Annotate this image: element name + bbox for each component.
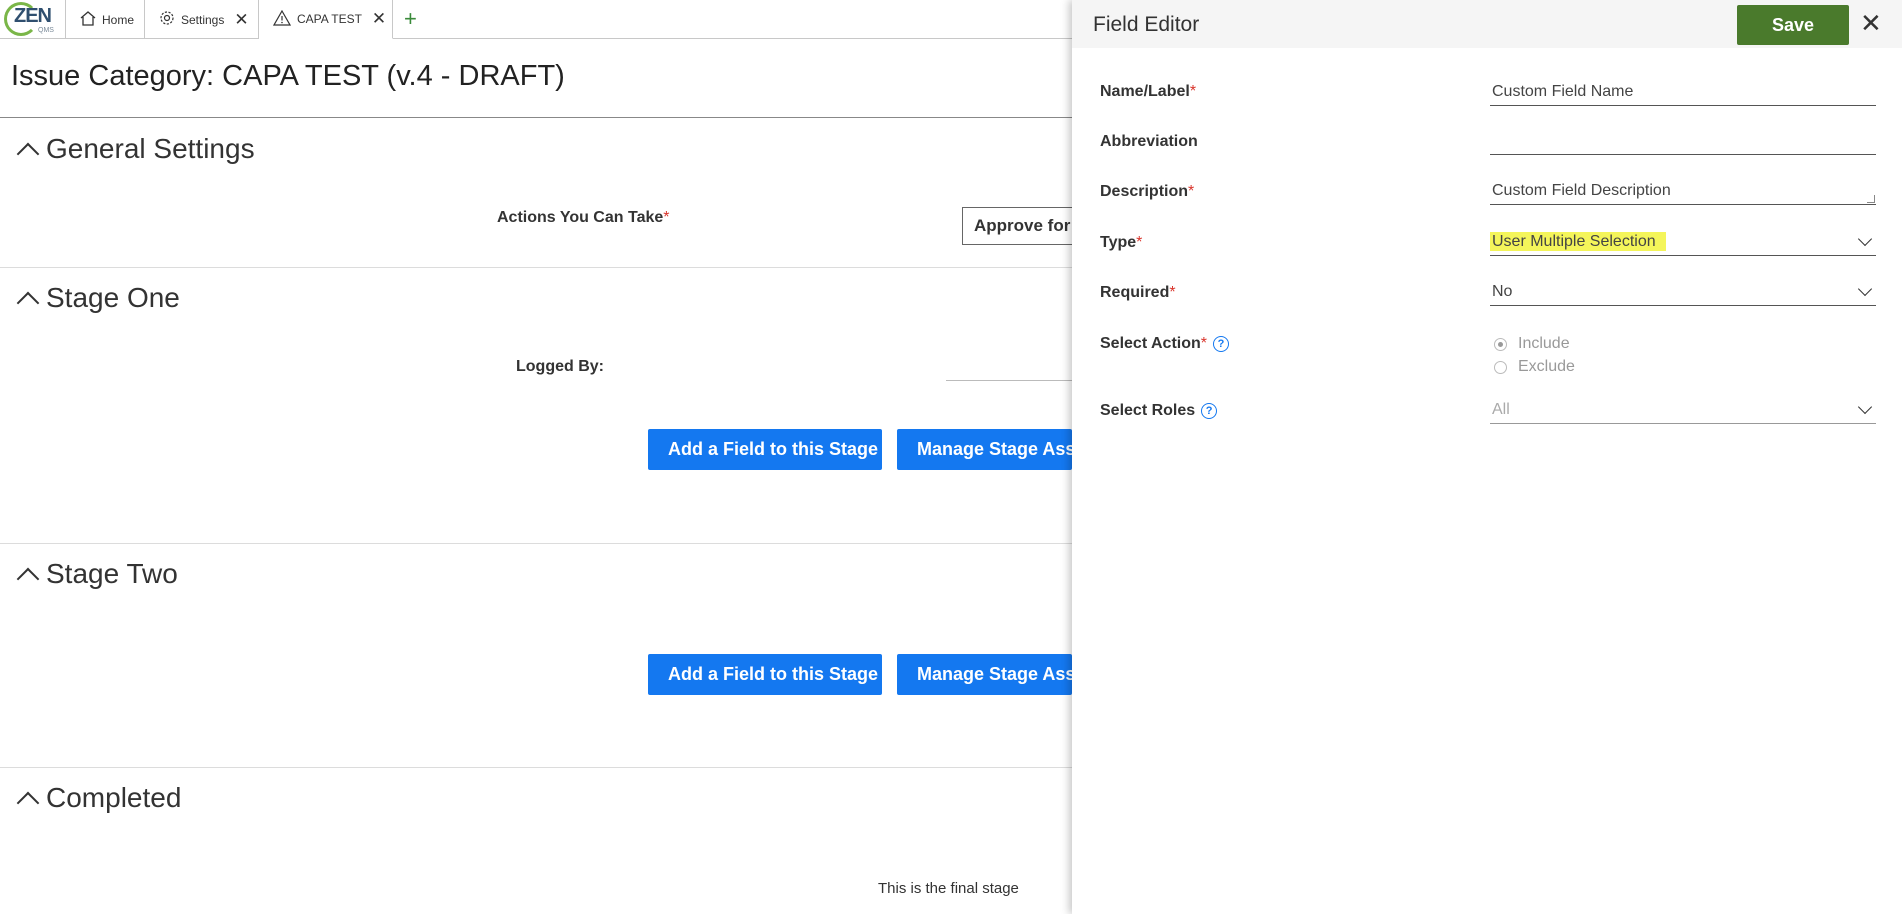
help-icon[interactable]: ? <box>1201 403 1218 419</box>
tab-capa-test[interactable]: CAPA TEST ✕ <box>259 0 393 39</box>
actions-label: Actions You Can Take* <box>497 209 670 227</box>
required-value: No <box>1492 283 1513 300</box>
logged-by-field[interactable] <box>946 380 1086 381</box>
actions-label-text: Actions You Can Take <box>497 209 664 226</box>
section-general-settings[interactable]: General Settings <box>14 133 255 166</box>
radio-exclude-label: Exclude <box>1518 358 1575 375</box>
name-label: Name/Label * <box>1100 83 1196 101</box>
logo-subtext: QMS <box>38 27 54 34</box>
tab-capa-label: CAPA TEST <box>297 12 362 26</box>
section-heading: Completed <box>46 782 182 813</box>
radio-include[interactable]: Include <box>1494 335 1570 353</box>
abbreviation-value <box>1490 132 1492 149</box>
tab-home-label: Home <box>102 12 135 27</box>
close-icon[interactable]: ✕ <box>234 10 248 30</box>
section-heading: Stage One <box>46 282 180 313</box>
description-textarea[interactable]: Custom Field Description <box>1490 179 1876 205</box>
chevron-up-icon <box>16 142 40 166</box>
resize-handle-icon[interactable] <box>1867 195 1875 203</box>
chevron-down-icon <box>1857 399 1873 415</box>
name-input[interactable]: Custom Field Name <box>1490 80 1876 106</box>
warning-icon <box>272 9 292 29</box>
required-label-text: Required <box>1100 284 1170 301</box>
add-field-button[interactable]: Add a Field to this Stage <box>648 654 882 695</box>
save-button[interactable]: Save <box>1737 5 1849 45</box>
section-heading: Stage Two <box>46 558 178 589</box>
select-roles-select[interactable]: All <box>1490 398 1876 424</box>
add-field-button[interactable]: Add a Field to this Stage <box>648 429 882 470</box>
radio-include-label: Include <box>1518 335 1570 352</box>
section-stage-one[interactable]: Stage One <box>14 282 180 315</box>
zen-logo[interactable]: ZEN QMS <box>0 0 66 39</box>
type-label-text: Type <box>1100 234 1137 251</box>
panel-title: Field Editor <box>1093 13 1200 36</box>
panel-header: Field Editor Save ✕ <box>1072 0 1902 48</box>
tab-settings[interactable]: Settings ✕ <box>145 0 259 39</box>
name-label-text: Name/Label <box>1100 83 1190 100</box>
manage-stage-assignment-button[interactable]: Manage Stage Assig <box>897 654 1072 695</box>
select-roles-label-text: Select Roles <box>1100 402 1196 419</box>
logo-text: ZEN <box>14 5 52 27</box>
abbreviation-input[interactable] <box>1490 129 1876 155</box>
required-marker: * <box>1189 83 1197 100</box>
section-completed[interactable]: Completed <box>14 782 182 815</box>
close-icon[interactable]: ✕ <box>1860 8 1882 39</box>
description-label: Description * <box>1100 183 1194 201</box>
required-marker: * <box>1169 284 1176 301</box>
close-icon[interactable]: ✕ <box>372 9 386 29</box>
description-label-text: Description <box>1100 183 1189 200</box>
field-editor-panel: Field Editor Save ✕ Name/Label * Custom F… <box>1072 0 1902 914</box>
description-value: Custom Field Description <box>1492 182 1671 199</box>
select-action-label-text: Select Action <box>1100 335 1201 352</box>
title-divider <box>0 117 1080 118</box>
help-icon[interactable]: ? <box>1213 336 1229 352</box>
logged-by-label: Logged By: <box>516 358 604 375</box>
select-roles-value: All <box>1492 401 1510 418</box>
radio-exclude[interactable]: Exclude <box>1494 358 1575 376</box>
required-marker: * <box>1200 335 1207 352</box>
manage-stage-assignment-button[interactable]: Manage Stage Assig <box>897 429 1072 470</box>
section-divider <box>0 543 1080 544</box>
section-stage-two[interactable]: Stage Two <box>14 558 178 591</box>
chevron-down-icon <box>1857 281 1873 297</box>
type-select[interactable]: User Multiple Selection <box>1490 230 1876 256</box>
select-roles-label: Select Roles ? <box>1100 402 1218 420</box>
radio-button[interactable] <box>1494 337 1507 351</box>
chevron-up-icon <box>16 291 40 315</box>
required-select[interactable]: No <box>1490 280 1876 306</box>
required-marker: * <box>1136 234 1143 251</box>
section-divider <box>0 267 1080 268</box>
chevron-up-icon <box>16 791 40 815</box>
select-action-label: Select Action * ? <box>1100 335 1229 353</box>
abbreviation-label: Abbreviation <box>1100 133 1198 150</box>
plus-icon[interactable]: + <box>404 6 417 32</box>
section-divider <box>0 767 1080 768</box>
tab-home[interactable]: Home <box>66 0 145 39</box>
chevron-down-icon <box>1857 231 1873 247</box>
section-heading: General Settings <box>46 133 255 164</box>
name-value: Custom Field Name <box>1492 83 1634 100</box>
chevron-up-icon <box>16 567 40 591</box>
required-label: Required * <box>1100 284 1176 302</box>
home-icon <box>80 10 96 29</box>
required-marker: * <box>1188 183 1195 200</box>
type-label: Type * <box>1100 234 1142 252</box>
tab-settings-label: Settings <box>181 12 225 27</box>
radio-button[interactable] <box>1494 360 1507 374</box>
final-stage-note: This is the final stage <box>878 880 1019 897</box>
required-marker: * <box>663 209 670 226</box>
gear-icon <box>159 10 175 29</box>
page-title: Issue Category: CAPA TEST (v.4 - DRAFT) <box>11 60 565 92</box>
type-value: User Multiple Selection <box>1490 232 1666 251</box>
